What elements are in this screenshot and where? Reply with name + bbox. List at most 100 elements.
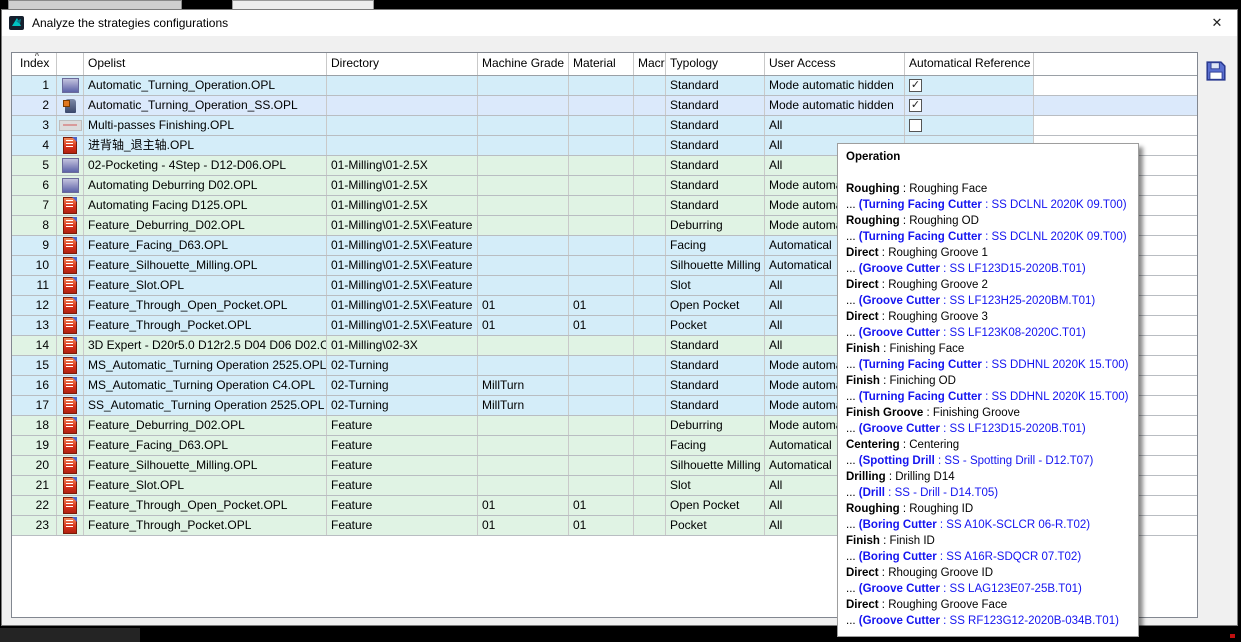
machine-grade-cell — [478, 216, 569, 235]
opelist-cell: MS_Automatic_Turning Operation C4.OPL — [84, 376, 327, 395]
tool-line: ... (Groove Cutter : SS LF123D15-2020B.T… — [846, 421, 1128, 437]
strategy-icon-cell — [57, 156, 84, 175]
strategy-icon-cell — [57, 176, 84, 195]
strategy-icon-cell — [57, 336, 84, 355]
typology-cell: Standard — [666, 96, 765, 115]
index-cell: 2 — [12, 96, 57, 115]
strategy-icon-cell — [57, 376, 84, 395]
macro-cell — [634, 176, 666, 195]
column-header-automatical-reference[interactable]: Automatical Reference — [905, 53, 1034, 75]
opelist-document-icon — [63, 137, 77, 154]
opelist-document-icon — [63, 257, 77, 274]
column-header-machine-grade[interactable]: Machine Grade — [478, 53, 569, 75]
strategy-icon-cell — [57, 416, 84, 435]
index-cell: 8 — [12, 216, 57, 235]
column-header-user-access[interactable]: User Access — [765, 53, 905, 75]
table-row[interactable]: 1Automatic_Turning_Operation.OPLStandard… — [12, 76, 1197, 96]
tool-line: ... (Groove Cutter : SS LF123D15-2020B.T… — [846, 261, 1128, 277]
column-header-blank-10[interactable] — [1034, 53, 1197, 75]
machine-grade-cell — [478, 116, 569, 135]
strategy-icon-cell — [57, 476, 84, 495]
macro-cell — [634, 376, 666, 395]
table-row[interactable]: 2 Automatic_Turning_Operation_SS.OPL Stand… — [12, 96, 1197, 116]
column-header-opelist[interactable]: Opelist — [84, 53, 327, 75]
typology-cell: Slot — [666, 476, 765, 495]
strategy-icon-cell — [57, 116, 84, 135]
machine-grade-cell — [478, 416, 569, 435]
macro-cell — [634, 156, 666, 175]
typology-cell: Standard — [666, 336, 765, 355]
close-icon[interactable]: ✕ — [1209, 15, 1225, 31]
column-header-label: Material — [573, 56, 616, 70]
machine-grade-cell — [478, 76, 569, 95]
typology-cell: Standard — [666, 116, 765, 135]
automatical-reference-checkbox[interactable] — [909, 119, 922, 132]
opelist-cell: Feature_Facing_D63.OPL — [84, 236, 327, 255]
app-icon — [9, 15, 25, 31]
typology-cell: Deburring — [666, 216, 765, 235]
tool-line: ... (Groove Cutter : SS RF123G12-2020B-0… — [846, 613, 1128, 629]
typology-cell: Facing — [666, 236, 765, 255]
directory-cell: 02-Turning — [327, 376, 478, 395]
opelist-cell: Feature_Silhouette_Milling.OPL — [84, 456, 327, 475]
automatical-reference-checkbox[interactable]: ✓ — [909, 99, 922, 112]
table-row[interactable]: 3Multi-passes Finishing.OPLStandardAll — [12, 116, 1197, 136]
operation-line: Drilling : Drilling D14 — [846, 469, 1128, 485]
automatical-reference-checkbox[interactable]: ✓ — [909, 79, 922, 92]
tool-line: ... (Turning Facing Cutter : SS DCLNL 20… — [846, 197, 1128, 213]
index-cell: 14 — [12, 336, 57, 355]
machine-grade-cell — [478, 456, 569, 475]
macro-cell — [634, 236, 666, 255]
index-cell: 9 — [12, 236, 57, 255]
opelist-document-icon — [63, 357, 77, 374]
directory-cell: 01-Milling\01-2.5X\Feature — [327, 216, 478, 235]
title-bar[interactable]: Analyze the strategies configurations ✕ — [2, 10, 1237, 36]
opelist-cell: 02-Pocketing - 4Step - D12-D06.OPL — [84, 156, 327, 175]
material-cell: 01 — [569, 296, 634, 315]
operation-line: Direct : Rhouging Groove ID — [846, 565, 1128, 581]
opelist-cell: Automatic_Turning_Operation.OPL — [84, 76, 327, 95]
typology-cell: Standard — [666, 136, 765, 155]
column-header-macro[interactable]: Macro — [634, 53, 666, 75]
floppy-disk-icon — [1205, 71, 1227, 85]
machine-grade-cell — [478, 336, 569, 355]
tool-line: ... (Turning Facing Cutter : SS DCLNL 20… — [846, 229, 1128, 245]
opelist-document-icon — [63, 237, 77, 254]
machine-grade-cell: 01 — [478, 316, 569, 335]
macro-cell — [634, 436, 666, 455]
strategy-icon-cell — [57, 136, 84, 155]
machine-grade-cell — [478, 236, 569, 255]
operation-line: Direct : Roughing Groove 1 — [846, 245, 1128, 261]
column-header-index[interactable]: ∧Index — [12, 53, 57, 75]
opelist-cell: Feature_Slot.OPL — [84, 276, 327, 295]
machine-grade-cell — [478, 436, 569, 455]
machine-grade-cell: 01 — [478, 496, 569, 515]
opelist-cell: Automating Facing D125.OPL — [84, 196, 327, 215]
strategy-icon-cell — [57, 236, 84, 255]
column-header-blank-1[interactable] — [57, 53, 84, 75]
macro-cell — [634, 276, 666, 295]
directory-cell: 02-Turning — [327, 356, 478, 375]
tool-line: ... (Groove Cutter : SS LF123H25-2020BM.… — [846, 293, 1128, 309]
opelist-cell: Automatic_Turning_Operation_SS.OPL — [84, 96, 327, 115]
operation-line: Roughing : Roughing ID — [846, 501, 1128, 517]
material-cell — [569, 396, 634, 415]
machine-grade-cell — [478, 96, 569, 115]
machine-grade-cell — [478, 156, 569, 175]
column-header-typology[interactable]: Typology — [666, 53, 765, 75]
macro-cell — [634, 196, 666, 215]
user-access-cell: Mode automatic hidden — [765, 96, 905, 115]
opelist-cell: Feature_Through_Pocket.OPL — [84, 516, 327, 535]
column-header-directory[interactable]: Directory — [327, 53, 478, 75]
index-cell: 21 — [12, 476, 57, 495]
opelist-cell: Feature_Slot.OPL — [84, 476, 327, 495]
opelist-cell: Feature_Deburring_D02.OPL — [84, 416, 327, 435]
column-header-material[interactable]: Material — [569, 53, 634, 75]
index-cell: 23 — [12, 516, 57, 535]
opelist-document-icon — [63, 477, 77, 494]
material-block-icon — [62, 178, 79, 193]
material-cell — [569, 436, 634, 455]
save-button[interactable] — [1205, 60, 1227, 82]
directory-cell: 01-Milling\01-2.5X\Feature — [327, 296, 478, 315]
macro-cell — [634, 516, 666, 535]
